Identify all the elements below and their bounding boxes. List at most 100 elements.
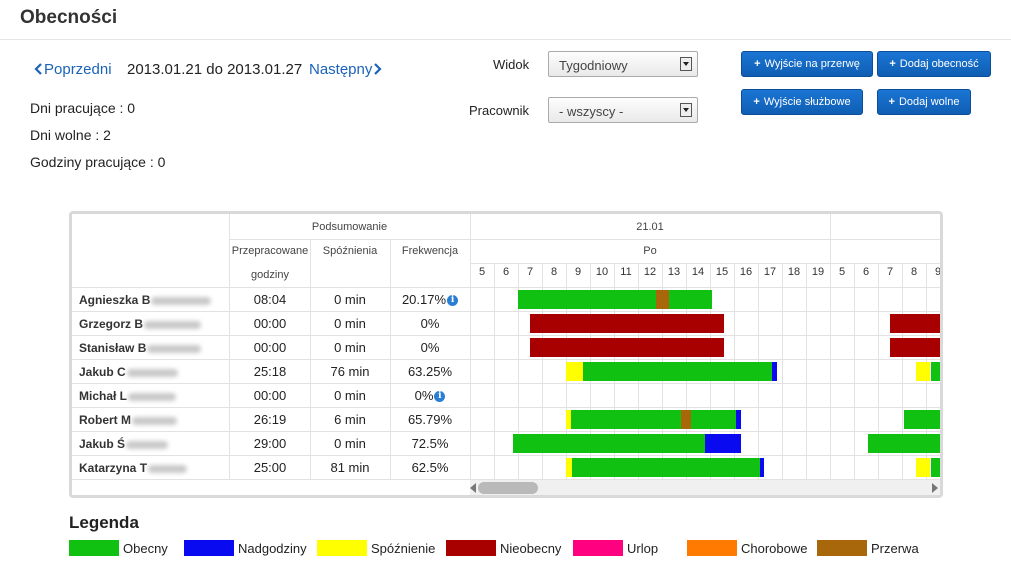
- work-hours-stat: Godziny pracujące : 0: [30, 154, 166, 170]
- timeline-segment-present[interactable]: [583, 362, 773, 381]
- timeline-segment-present[interactable]: [571, 410, 681, 429]
- row-divider: [72, 335, 940, 336]
- timeline-segment-present[interactable]: [572, 458, 760, 477]
- hour-label: 9: [574, 266, 582, 278]
- scroll-left-arrow-icon[interactable]: [470, 483, 476, 493]
- hour-label: 5: [838, 266, 846, 278]
- employee-name[interactable]: Stanisław B: [79, 341, 202, 355]
- work-days-stat: Dni pracujące : 0: [30, 100, 136, 116]
- employee-name[interactable]: Agnieszka B: [79, 293, 212, 307]
- scroll-right-arrow-icon[interactable]: [932, 483, 938, 493]
- employee-late: 6 min: [310, 412, 390, 427]
- scrollbar-thumb[interactable]: [478, 482, 538, 494]
- view-select[interactable]: Tygodniowy: [548, 51, 698, 77]
- redacted-surname: [148, 464, 188, 473]
- timeline-segment-present[interactable]: [691, 410, 737, 429]
- plus-icon: +: [889, 58, 896, 70]
- timeline-segment-break[interactable]: [656, 290, 669, 309]
- employee-worked: 25:18: [230, 364, 310, 379]
- employee-worked-value: 25:00: [253, 460, 287, 475]
- timeline-segment-overtime[interactable]: [736, 410, 741, 429]
- employee-name[interactable]: Jakub Ś: [79, 437, 169, 451]
- dropdown-arrow-icon: [680, 103, 692, 117]
- worked-hours-header: Przepracowane: [231, 245, 309, 257]
- employee-attendance-value: 62.5%: [411, 460, 449, 475]
- employee-late-value: 0 min: [334, 340, 366, 355]
- legend-title: Legenda: [69, 513, 139, 532]
- timeline-segment-present[interactable]: [513, 434, 705, 453]
- next-week-link[interactable]: Następny: [309, 61, 382, 78]
- employee-worked: 25:00: [230, 460, 310, 475]
- employee-attendance-value: 20.17%: [401, 292, 447, 307]
- timeline-segment-absent[interactable]: [530, 314, 724, 333]
- hour-label: 16: [739, 266, 753, 278]
- timeline-segment-absent[interactable]: [890, 314, 940, 333]
- hour-divider: [806, 263, 807, 480]
- employee-name[interactable]: Katarzyna T: [79, 461, 188, 475]
- employee-worked-value: 00:00: [253, 316, 287, 331]
- plus-icon: +: [888, 96, 895, 108]
- break-exit-button[interactable]: + Wyjście na przerwę: [741, 51, 873, 77]
- timeline-segment-late[interactable]: [916, 362, 930, 381]
- employee-attendance: 0% i: [390, 388, 470, 403]
- employee-name-text: Agnieszka B: [79, 293, 151, 307]
- timeline-segment-late[interactable]: [916, 458, 930, 477]
- horizontal-scrollbar[interactable]: [470, 480, 940, 495]
- employee-name[interactable]: Robert M: [79, 413, 177, 427]
- timeline-segment-overtime[interactable]: [760, 458, 764, 477]
- timeline-segment-overtime[interactable]: [705, 434, 741, 453]
- timeline-segment-present[interactable]: [931, 458, 940, 477]
- attendance-header: Frekwencja: [401, 245, 459, 257]
- worked-hours-header-2: godziny: [251, 269, 289, 281]
- timeline-segment-present[interactable]: [669, 290, 712, 309]
- view-label: Widok: [493, 57, 530, 72]
- employee-worked-value: 29:00: [253, 436, 287, 451]
- employee-worked-value: 00:00: [253, 388, 287, 403]
- page-title: Obecności: [20, 7, 118, 28]
- timeline-segment-present[interactable]: [868, 434, 940, 453]
- timeline-segment-present[interactable]: [931, 362, 940, 381]
- timeline-segment-late[interactable]: [566, 362, 583, 381]
- dropdown-arrow-icon: [680, 57, 692, 71]
- timeline-segment-absent[interactable]: [890, 338, 940, 357]
- chevron-left-icon: [34, 63, 42, 75]
- timeline-segment-overtime[interactable]: [772, 362, 777, 381]
- employee-late: 0 min: [310, 388, 390, 403]
- add-free-button[interactable]: + Dodaj wolne: [877, 89, 971, 115]
- redacted-surname: [151, 296, 212, 305]
- timeline-segment-break[interactable]: [681, 410, 691, 429]
- hour-label: 14: [691, 266, 705, 278]
- employee-worked: 00:00: [230, 316, 310, 331]
- day-name-header: Po: [643, 245, 657, 257]
- timeline-segment-absent[interactable]: [530, 338, 724, 357]
- hour-label: 6: [862, 266, 870, 278]
- hour-label: 11: [620, 266, 632, 278]
- timeline-segment-present[interactable]: [904, 410, 940, 429]
- legend-swatch: [817, 540, 867, 556]
- prev-week-label: Poprzedni: [44, 61, 112, 78]
- business-exit-button[interactable]: + Wyjście służbowe: [741, 89, 863, 115]
- employee-worked: 00:00: [230, 388, 310, 403]
- hour-divider: [782, 263, 783, 480]
- employee-late: 0 min: [310, 340, 390, 355]
- hour-divider: [830, 263, 831, 480]
- free-days-stat: Dni wolne : 2: [30, 127, 111, 143]
- employee-select[interactable]: - wszyscy -: [548, 97, 698, 123]
- employee-select-value: - wszyscy -: [559, 104, 624, 119]
- hour-label: 13: [667, 266, 681, 278]
- info-icon[interactable]: i: [434, 391, 446, 402]
- add-presence-button[interactable]: + Dodaj obecność: [877, 51, 991, 77]
- employee-late-value: 0 min: [334, 436, 366, 451]
- employee-name[interactable]: Jakub C: [79, 365, 178, 379]
- timeline-segment-present[interactable]: [518, 290, 656, 309]
- employee-attendance: 65.79%: [390, 412, 470, 427]
- day-date-header: 21.01: [636, 221, 664, 233]
- employee-name[interactable]: Michał L: [79, 389, 177, 403]
- legend-label: Obecny: [123, 541, 168, 556]
- info-icon[interactable]: i: [447, 295, 459, 306]
- prev-week-link[interactable]: Poprzedni: [34, 61, 112, 78]
- employee-name[interactable]: Grzegorz B: [79, 317, 202, 331]
- redacted-surname: [126, 368, 178, 377]
- hour-label: 15: [715, 266, 729, 278]
- legend-label: Nadgodziny: [238, 541, 307, 556]
